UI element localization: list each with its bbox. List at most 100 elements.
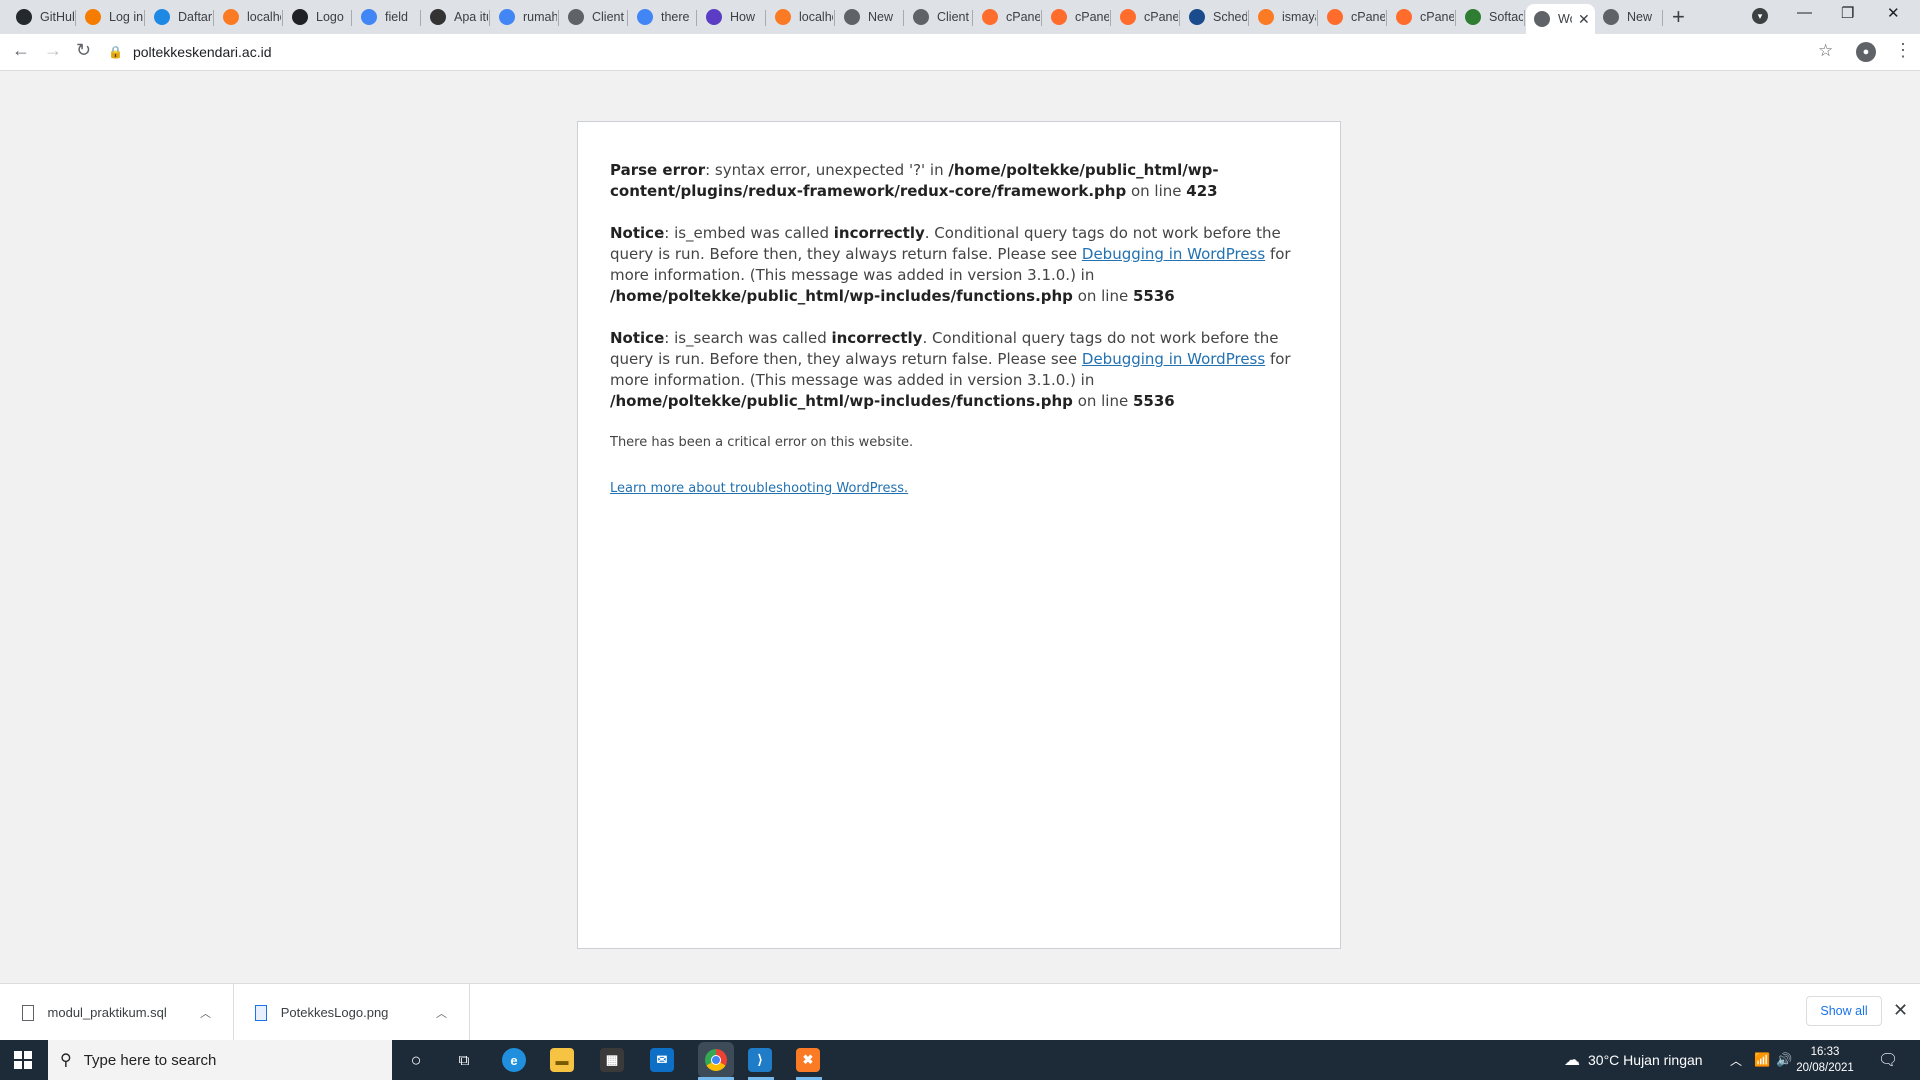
taskbar-search-placeholder[interactable]: Type here to search (84, 1052, 217, 1069)
tab-title[interactable]: Logo (316, 10, 350, 24)
browser-tab[interactable]: ismaya (1250, 4, 1318, 30)
store-icon[interactable]: ▦ (600, 1048, 624, 1072)
download-item[interactable]: PotekkesLogo.png ︿ (233, 984, 470, 1041)
troubleshooting-link[interactable]: Learn more about troubleshooting WordPre… (610, 481, 908, 496)
browser-tab[interactable]: rumah (491, 4, 559, 30)
download-filename[interactable]: PotekkesLogo.png (281, 1005, 436, 1020)
back-icon[interactable]: ← (12, 40, 30, 61)
browser-tab[interactable]: cPanel (974, 4, 1042, 30)
xampp-icon[interactable]: ✖ (796, 1048, 820, 1072)
tab-title[interactable]: Softaculous (1489, 10, 1523, 24)
windows-start-icon[interactable] (14, 1051, 32, 1069)
chevron-up-icon[interactable]: ︿ (200, 1005, 211, 1021)
tab-title[interactable]: GitHub (40, 10, 74, 24)
tab-title[interactable]: cPanel (1006, 10, 1040, 24)
reload-icon[interactable]: ↻ (76, 40, 91, 61)
browser-tab[interactable]: Softaculous (1457, 4, 1525, 30)
browser-tab[interactable]: Logo (284, 4, 352, 30)
tab-title[interactable]: cPanel (1075, 10, 1109, 24)
browser-tab[interactable]: Daftar (146, 4, 214, 30)
chrome-taskbar-button[interactable] (698, 1042, 734, 1078)
menu-kebab-icon[interactable]: ⋮ (1894, 40, 1912, 61)
browser-tab[interactable]: Schedule (1181, 4, 1249, 30)
tab-title[interactable]: Apa itu (454, 10, 488, 24)
address-bar[interactable]: 🔒 poltekkeskendari.ac.id (108, 38, 1786, 66)
browser-tab[interactable]: field (353, 4, 421, 30)
browser-tab[interactable]: localhost (215, 4, 283, 30)
minimize-icon[interactable]: — (1797, 4, 1812, 21)
tab-title[interactable]: field (385, 10, 419, 24)
vscode-icon[interactable]: ⟩ (748, 1048, 772, 1072)
address-url[interactable]: poltekkeskendari.ac.id (133, 44, 272, 60)
debugging-link[interactable]: Debugging in WordPress (1082, 245, 1265, 263)
tab-title[interactable]: cPanel (1420, 10, 1454, 24)
browser-tab[interactable]: New (836, 4, 904, 30)
tab-title[interactable]: Daftar (178, 10, 212, 24)
profile-avatar-icon[interactable]: ● (1856, 42, 1876, 62)
browser-toolbar: ← → ↻ 🔒 poltekkeskendari.ac.id ☆ ● ⋮ (0, 34, 1920, 71)
tab-title[interactable]: How (730, 10, 764, 24)
browser-tab[interactable]: How (698, 4, 766, 30)
wifi-icon[interactable]: 📶 (1754, 1040, 1770, 1080)
tab-title[interactable]: Schedule (1213, 10, 1247, 24)
browser-tab[interactable]: Log in (77, 4, 145, 30)
browser-tab[interactable]: cPanel (1319, 4, 1387, 30)
browser-tab[interactable]: Client (560, 4, 628, 30)
tab-title[interactable]: Log in (109, 10, 143, 24)
tab-title[interactable]: New (868, 10, 902, 24)
download-filename[interactable]: modul_praktikum.sql (48, 1005, 200, 1020)
browser-tab[interactable]: cPanel (1043, 4, 1111, 30)
tab-title[interactable]: rumah (523, 10, 557, 24)
google-icon (361, 9, 377, 25)
tab-title[interactable]: localhost (799, 10, 833, 24)
browser-tab[interactable]: WordPress ✕ (1526, 4, 1595, 34)
browser-tab[interactable]: cPanel (1388, 4, 1456, 30)
file-explorer-icon[interactable]: ▬ (550, 1048, 574, 1072)
chevron-up-icon[interactable]: ︿ (436, 1005, 447, 1021)
download-item[interactable]: modul_praktikum.sql ︿ (0, 984, 234, 1041)
browser-tab[interactable]: cPanel (1112, 4, 1180, 30)
tab-title[interactable]: New (1627, 10, 1661, 24)
taskbar-search-box[interactable]: ⚲ Type here to search (48, 1040, 392, 1080)
edge-icon[interactable]: e (502, 1048, 526, 1072)
bookmark-star-icon[interactable]: ☆ (1818, 41, 1833, 61)
chevron-up-icon[interactable]: ︿ (1730, 1040, 1742, 1080)
forward-icon[interactable]: → (44, 40, 62, 61)
browser-tab[interactable]: there (629, 4, 697, 30)
tab-title[interactable]: WordPress (1558, 12, 1572, 26)
task-view-icon[interactable]: ⧉ (452, 1048, 476, 1072)
cpanel-icon (1051, 9, 1067, 25)
tab-title[interactable]: Client (937, 10, 971, 24)
tab-separator (75, 10, 76, 26)
new-tab-button[interactable]: + (1672, 6, 1685, 28)
tab-title[interactable]: Client (592, 10, 626, 24)
browser-tab[interactable]: GitHub (8, 4, 76, 30)
notice-strong: incorrectly (831, 329, 923, 347)
debugging-link[interactable]: Debugging in WordPress (1082, 350, 1265, 368)
tab-title[interactable]: localhost (247, 10, 281, 24)
image-file-icon (255, 1004, 267, 1021)
window-close-icon[interactable]: ✕ (1887, 4, 1900, 22)
show-all-button[interactable]: Show all (1806, 996, 1882, 1026)
browser-tab[interactable]: localhost (767, 4, 835, 30)
browser-tab[interactable]: New (1595, 4, 1663, 30)
tab-close-icon[interactable]: ✕ (1578, 11, 1590, 28)
browser-tab[interactable]: Client (905, 4, 973, 30)
system-clock[interactable]: 16:33 20/08/2021 (1790, 1044, 1860, 1076)
browser-tab[interactable]: Apa itu (422, 4, 490, 30)
tab-title[interactable]: cPanel (1144, 10, 1178, 24)
tab-title[interactable]: cPanel (1351, 10, 1385, 24)
tab-title[interactable]: ismaya (1282, 10, 1316, 24)
weather-text[interactable]: 30°C Hujan ringan (1588, 1052, 1703, 1068)
mail-icon[interactable]: ✉ (650, 1048, 674, 1072)
notification-icon[interactable]: 🗨 (1878, 1040, 1898, 1080)
lock-icon[interactable]: 🔒 (108, 45, 123, 59)
windows-taskbar: ⚲ Type here to search ○ ⧉ e ▬ ▦ ✉ ⟩ ✖ ☁ … (0, 1040, 1920, 1080)
close-downloads-icon[interactable]: ✕ (1893, 1000, 1908, 1021)
weather-widget[interactable]: ☁ 30°C Hujan ringan (1564, 1040, 1703, 1080)
tab-separator (1662, 10, 1663, 26)
restore-icon[interactable]: ❐ (1841, 4, 1854, 22)
tab-search-icon[interactable]: ▾ (1752, 8, 1768, 24)
tab-title[interactable]: there (661, 10, 695, 24)
cortana-icon[interactable]: ○ (404, 1048, 428, 1072)
